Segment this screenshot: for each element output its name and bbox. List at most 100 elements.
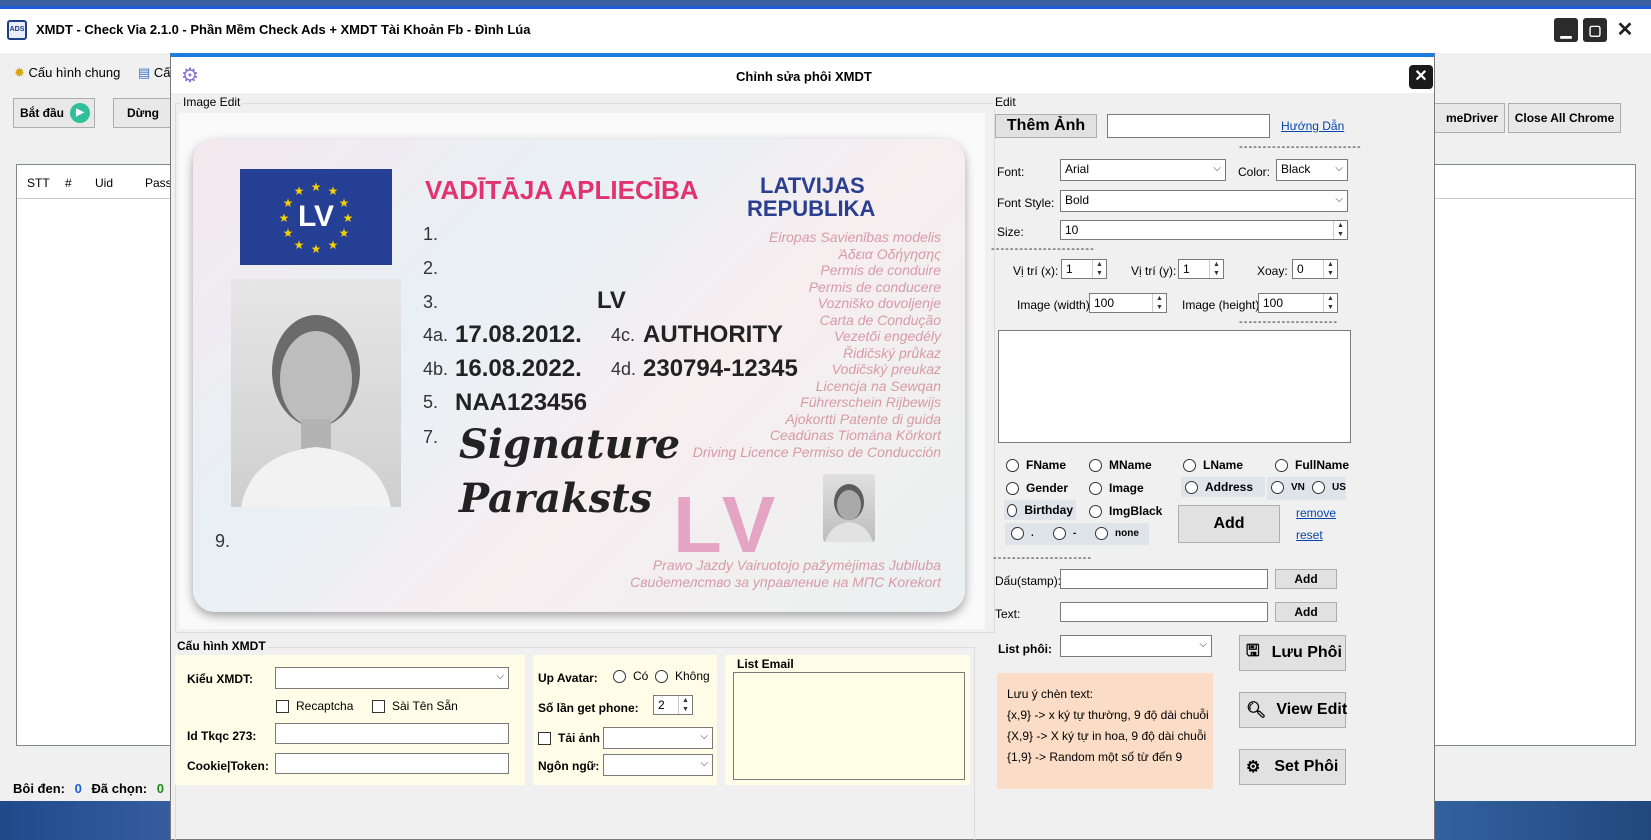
them-anh-button[interactable]: Thêm Ảnh xyxy=(995,114,1097,138)
stop-button[interactable]: Dừng xyxy=(113,98,173,128)
font-select[interactable]: Arial ⌵ xyxy=(1060,159,1226,181)
spinner-arrows-icon[interactable]: ▲ ▼ xyxy=(1209,260,1223,278)
chromedriver-button[interactable]: meDriver xyxy=(1428,103,1505,133)
faint-line: Vozniško dovoljenje xyxy=(817,295,941,311)
dialog-title-bar[interactable]: ⚙ Chỉnh sửa phôi XMDT ✕ xyxy=(171,57,1434,93)
radio-label: FName xyxy=(1026,458,1067,472)
img-width-label: Image (width): xyxy=(1017,298,1094,312)
radio-birthday[interactable]: Birthday xyxy=(1004,500,1076,520)
xoay-stepper[interactable]: 0 ▲ ▼ xyxy=(1292,259,1338,279)
radio-dot[interactable]: . xyxy=(1011,527,1034,540)
xoay-value: 0 xyxy=(1297,262,1304,276)
divider: - - - - - - - - - - - - - - - - - - - - … xyxy=(1239,141,1361,153)
text-input[interactable] xyxy=(1060,602,1268,622)
start-button[interactable]: Bắt đầu ▶ xyxy=(13,98,95,128)
radio-us[interactable]: US xyxy=(1312,481,1346,494)
card-heading-republika: REPUBLIKA xyxy=(747,196,876,221)
column-header-uid[interactable]: Uid xyxy=(95,176,113,190)
radio-imgblack[interactable]: ImgBlack xyxy=(1089,504,1162,518)
vitri-x-stepper[interactable]: 1 ▲ ▼ xyxy=(1061,259,1107,279)
dialog-close-button[interactable]: ✕ xyxy=(1409,65,1433,89)
spinner-arrows-icon[interactable]: ▲ ▼ xyxy=(1152,294,1166,312)
radio-gender[interactable]: Gender xyxy=(1006,481,1068,495)
close-all-chrome-button[interactable]: Close All Chrome xyxy=(1508,103,1621,133)
close-window-button[interactable]: ✕ xyxy=(1613,18,1637,42)
column-header-hash[interactable]: # xyxy=(65,176,72,190)
set-phoi-button[interactable]: ⚙ Set Phôi xyxy=(1239,749,1346,785)
portrait-small-icon xyxy=(825,484,873,542)
tai-anh-select[interactable]: ⌵ xyxy=(603,727,713,749)
divider: - - - - - - - - - - - - - - - - - - - - … xyxy=(993,552,1091,564)
radio-label: Có xyxy=(633,669,649,683)
reset-link[interactable]: reset xyxy=(1296,528,1323,542)
radio-fullname[interactable]: FullName xyxy=(1275,458,1349,472)
stamp-input[interactable] xyxy=(1060,569,1268,589)
radio-co[interactable]: Có xyxy=(613,669,648,683)
app-logo-icon: ADS xyxy=(7,20,27,40)
img-width-stepper[interactable]: 100 ▲ ▼ xyxy=(1089,293,1167,313)
spinner-arrows-icon[interactable]: ▲ ▼ xyxy=(1323,294,1337,312)
radio-mname[interactable]: MName xyxy=(1089,458,1152,472)
list-phoi-select[interactable]: ⌵ xyxy=(1060,635,1212,657)
spinner-arrows-icon[interactable]: ▲ ▼ xyxy=(678,696,692,714)
radio-circle xyxy=(1006,458,1019,472)
card-watermark-lv: LV xyxy=(673,480,782,569)
size-stepper[interactable]: 10 ▲ ▼ xyxy=(1060,220,1348,240)
radio-lname[interactable]: LName xyxy=(1183,458,1243,472)
recaptcha-checkbox[interactable]: Recaptcha xyxy=(276,699,353,713)
radio-label: Birthday xyxy=(1024,503,1073,517)
maximize-button[interactable]: ▢ xyxy=(1583,18,1607,42)
minimize-button[interactable]: ▁ xyxy=(1554,18,1578,42)
view-edit-button[interactable]: 🔍︎ View Edit xyxy=(1239,692,1347,728)
column-header-stt[interactable]: STT xyxy=(27,176,50,190)
image-path-input[interactable] xyxy=(1107,114,1270,138)
remove-link[interactable]: remove xyxy=(1296,506,1336,520)
vitri-x-value: 1 xyxy=(1066,262,1073,276)
font-style-select[interactable]: Bold ⌵ xyxy=(1060,190,1348,212)
sai-ten-san-checkbox[interactable]: Sài Tên Sẵn xyxy=(372,699,458,713)
radio-vn[interactable]: VN xyxy=(1271,481,1305,494)
vitri-y-value: 1 xyxy=(1183,262,1190,276)
image-canvas[interactable]: ★ ★ ★ ★ ★ ★ ★ ★ ★ ★ ★ ★ LV VADĪTĀJA APLIECĪBA LA… xyxy=(179,113,985,629)
spinner-arrows-icon[interactable]: ▲ ▼ xyxy=(1323,260,1337,278)
kieu-xmdt-select[interactable]: ⌵ xyxy=(275,667,509,689)
title-bar[interactable]: ADS XMDT - Check Via 2.1.0 - Phần Mềm Ch… xyxy=(0,9,1651,53)
kieu-xmdt-label: Kiểu XMDT: xyxy=(187,672,253,686)
radio-khong[interactable]: Không xyxy=(655,669,710,683)
radio-image[interactable]: Image xyxy=(1089,481,1144,495)
spinner-arrows-icon[interactable]: ▲ ▼ xyxy=(1333,221,1347,239)
font-label: Font: xyxy=(997,165,1025,179)
holder-ghost-photo xyxy=(823,474,875,542)
radio-circle xyxy=(1183,458,1196,472)
vitri-y-stepper[interactable]: 1 ▲ ▼ xyxy=(1178,259,1224,279)
luu-phoi-button[interactable]: 🖫 Lưu Phôi xyxy=(1239,635,1346,671)
note-title: Lưu ý chèn text: xyxy=(1007,687,1094,701)
radio-dash[interactable]: - xyxy=(1053,527,1076,540)
img-height-stepper[interactable]: 100 ▲ ▼ xyxy=(1258,293,1338,313)
list-email-textarea[interactable] xyxy=(733,672,965,780)
text-add-button[interactable]: Add xyxy=(1275,602,1337,622)
spinner-arrows-icon[interactable]: ▲ ▼ xyxy=(1092,260,1106,278)
stamp-add-button[interactable]: Add xyxy=(1275,569,1337,589)
huong-dan-link[interactable]: Hướng Dẫn xyxy=(1281,119,1344,133)
radio-circle xyxy=(1053,527,1066,540)
radio-label: FullName xyxy=(1295,458,1350,472)
ngon-ngu-select[interactable]: ⌵ xyxy=(603,754,713,776)
id-tkqc-input[interactable] xyxy=(275,723,509,744)
cookie-input[interactable] xyxy=(275,753,509,774)
menu-item-2[interactable]: ▤ Cấ xyxy=(138,65,171,81)
radio-fname[interactable]: FName xyxy=(1006,458,1066,472)
add-field-button[interactable]: Add xyxy=(1178,505,1280,543)
play-icon: ▶ xyxy=(70,103,91,123)
so-lan-get-phone-stepper[interactable]: 2 ▲ ▼ xyxy=(653,695,693,715)
radio-circle xyxy=(1089,458,1102,472)
text-preview-area[interactable] xyxy=(998,330,1351,443)
stamp-label: Dấu(stamp): xyxy=(995,574,1062,588)
radio-label: Image xyxy=(1109,481,1144,495)
radio-none[interactable]: none xyxy=(1095,527,1139,540)
tai-anh-checkbox[interactable]: Tải ảnh xyxy=(538,731,600,745)
color-select[interactable]: Black ⌵ xyxy=(1276,159,1348,181)
id-card-preview[interactable]: ★ ★ ★ ★ ★ ★ ★ ★ ★ ★ ★ ★ LV VADĪTĀJA APLIECĪBA LA… xyxy=(193,139,965,612)
radio-address[interactable]: Address xyxy=(1181,477,1265,497)
menu-cau-hinh-chung[interactable]: ✹ Cấu hình chung xyxy=(14,65,120,81)
